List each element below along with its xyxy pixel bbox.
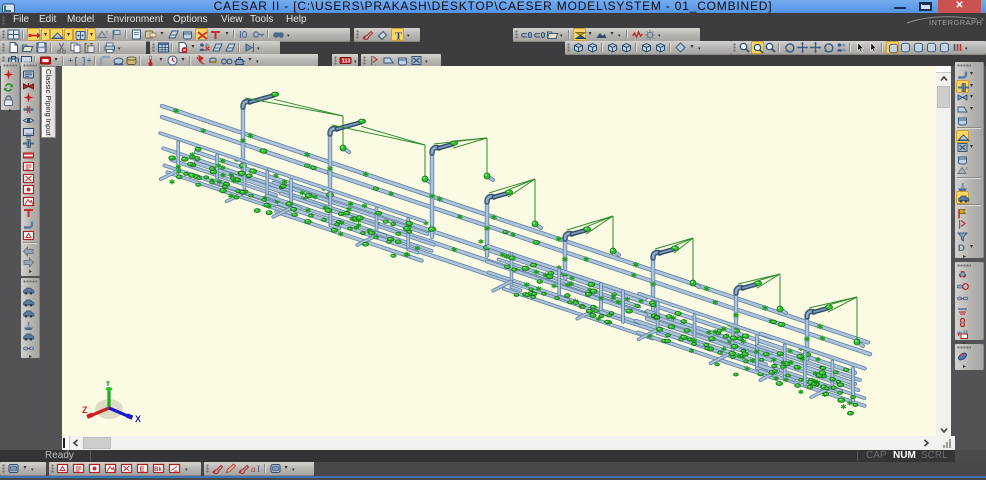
svg-text:Z: Z	[82, 405, 88, 415]
svg-text:X: X	[135, 414, 141, 424]
svg-text:®: ®	[981, 17, 984, 22]
svg-text:INTERGRAPH: INTERGRAPH	[929, 18, 982, 27]
svg-text:Y: Y	[105, 381, 111, 388]
